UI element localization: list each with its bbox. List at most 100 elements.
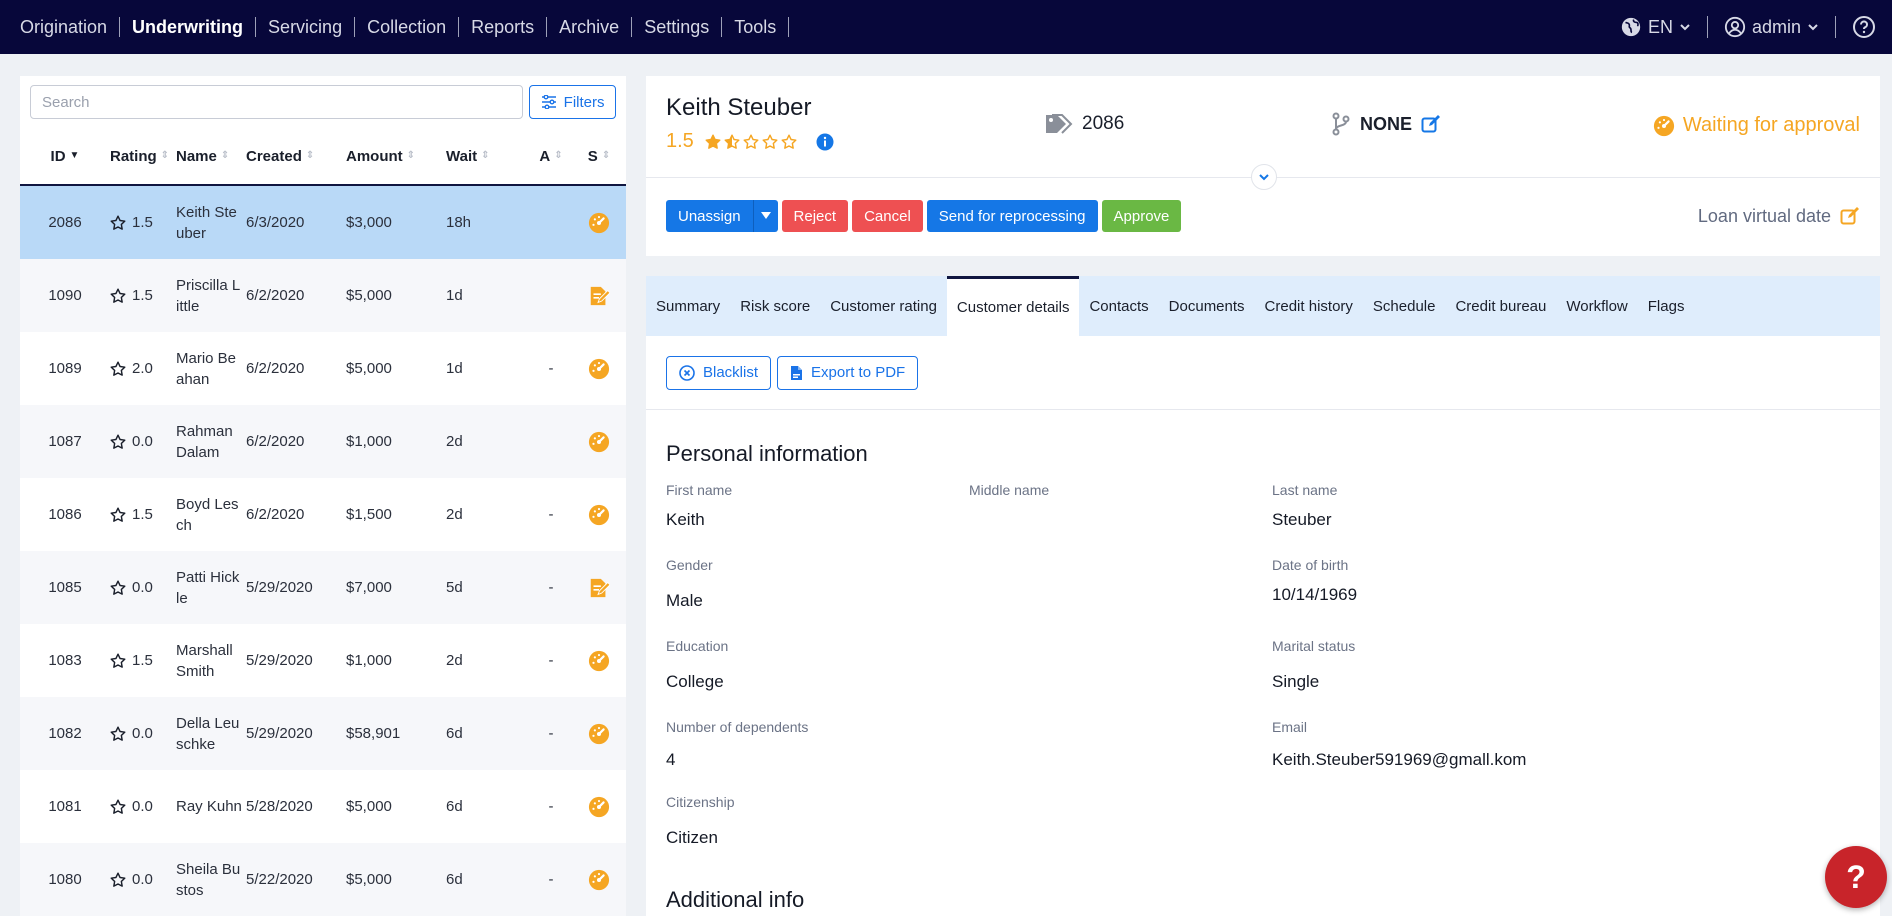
export-pdf-button[interactable]: Export to PDF <box>777 355 919 390</box>
send-for-reprocessing-button[interactable]: Send for reprocessing <box>926 200 1098 232</box>
reject-button[interactable]: Reject <box>781 200 849 232</box>
tab-credit-bureau[interactable]: Credit bureau <box>1445 276 1556 336</box>
table-row[interactable]: 1086 1.5 Boyd Lesch 6/2/2020 $1,500 2d - <box>20 478 626 551</box>
search-input[interactable] <box>30 85 524 119</box>
gauge-icon <box>1653 115 1674 136</box>
nav-item-tools[interactable]: Tools <box>722 17 788 38</box>
additional-info-title: Additional info <box>666 887 805 912</box>
language-selector[interactable]: EN <box>1604 16 1707 38</box>
row-assignee: - <box>548 725 554 742</box>
approve-button[interactable]: Approve <box>1101 200 1182 232</box>
unassign-button[interactable]: Unassign <box>666 200 753 232</box>
rating-value: 1.5 <box>132 652 153 669</box>
table-row[interactable]: 1083 1.5 Marshall Smith 5/29/2020 $1,000 2d - <box>20 624 626 697</box>
table-row[interactable]: 1082 0.0 Della Leuschke 5/29/2020 $58,901 6d - <box>20 697 626 770</box>
nav-item-servicing[interactable]: Servicing <box>256 17 354 38</box>
tab-documents[interactable]: Documents <box>1159 276 1255 336</box>
row-name: Mario Beahan <box>176 349 237 388</box>
cancel-button[interactable]: Cancel <box>852 200 923 232</box>
row-status <box>572 650 626 672</box>
column-header-s[interactable]: S ⇕ <box>572 148 626 165</box>
info-icon[interactable] <box>816 133 834 151</box>
nav-item-collection[interactable]: Collection <box>355 17 458 38</box>
table-row[interactable]: 1089 2.0 Mario Beahan 6/2/2020 $5,000 1d - <box>20 332 626 405</box>
table-row[interactable]: 1080 0.0 Sheila Bustos 5/22/2020 $5,000 6d - <box>20 843 626 916</box>
header-label: Amount <box>346 147 403 165</box>
rating-value: 1.5 <box>132 506 153 523</box>
tab-summary[interactable]: Summary <box>646 276 730 336</box>
column-header-name[interactable]: Name ⇕ <box>176 148 246 165</box>
rating-value: 2.0 <box>132 360 153 377</box>
row-rating: 0.0 <box>110 725 176 742</box>
filters-label: Filters <box>563 93 605 111</box>
field-label: Number of dependents <box>666 719 809 735</box>
column-header-a[interactable]: A ⇕ <box>530 148 572 165</box>
rating-value: 1.5 <box>132 214 153 231</box>
table-row[interactable]: 2086 1.5 Keith Steuber 6/3/2020 $3,000 18h <box>20 186 626 259</box>
nav-item-origination[interactable]: Origination <box>8 17 119 38</box>
rating-value: 1.5 <box>132 287 153 304</box>
nav-item-settings[interactable]: Settings <box>632 17 721 38</box>
row-rating: 0.0 <box>110 871 176 888</box>
row-id: 1081 <box>48 798 82 815</box>
gauge-icon <box>588 796 610 818</box>
table-row[interactable]: 1087 0.0 Rahman Dalam 6/2/2020 $1,000 2d <box>20 405 626 478</box>
row-name: Boyd Lesch <box>176 495 239 534</box>
tab-risk-score[interactable]: Risk score <box>730 276 820 336</box>
row-name: Marshall Smith <box>176 641 233 680</box>
citizenship-field: Citizenship Citizen <box>666 794 734 848</box>
tab-credit-history[interactable]: Credit history <box>1255 276 1363 336</box>
nav-item-reports[interactable]: Reports <box>459 17 546 38</box>
star-outline-icon <box>110 579 126 596</box>
gauge-icon <box>588 358 610 380</box>
row-id: 1087 <box>48 433 82 450</box>
table-body: 2086 1.5 Keith Steuber 6/3/2020 $3,000 18h 109… <box>20 186 626 916</box>
row-amount: $5,000 <box>346 287 392 304</box>
unassign-split-button: Unassign <box>666 200 778 232</box>
marital-status-field: Marital status Single <box>1272 638 1355 692</box>
close-circle-icon <box>679 364 695 381</box>
caret-down-icon <box>760 212 771 219</box>
gender-field: Gender Male <box>666 557 713 611</box>
row-name: Patti Hickle <box>176 568 240 607</box>
rating-value: 0.0 <box>132 725 153 742</box>
nav-item-underwriting[interactable]: Underwriting <box>120 17 255 38</box>
tab-flags[interactable]: Flags <box>1638 276 1695 336</box>
sort-icon: ⇕ <box>481 150 490 161</box>
table-row[interactable]: 1090 1.5 Priscilla Little 6/2/2020 $5,000 1d <box>20 259 626 332</box>
column-header-amount[interactable]: Amount ⇕ <box>346 148 446 165</box>
loan-virtual-date[interactable]: Loan virtual date <box>1698 200 1860 232</box>
sort-icon: ⇕ <box>406 150 416 161</box>
column-header-rating[interactable]: Rating ⇕ <box>110 148 176 165</box>
row-wait: 1d <box>446 287 463 304</box>
tab-customer-details[interactable]: Customer details <box>946 276 1080 336</box>
support-chat-button[interactable]: ? <box>1825 846 1887 908</box>
edit-icon[interactable] <box>1421 114 1441 134</box>
column-header-id[interactable]: ID ▼ <box>20 148 110 165</box>
row-amount: $3,000 <box>346 214 392 231</box>
row-name: Rahman Dalam <box>176 422 233 461</box>
applications-list-panel: Filters ID▼ Rating⇕ Name⇕ Created⇕ Amoun… <box>20 76 626 916</box>
blacklist-button[interactable]: Blacklist <box>666 355 772 390</box>
unassign-dropdown-toggle[interactable] <box>752 200 778 232</box>
table-row[interactable]: 1085 0.0 Patti Hickle 5/29/2020 $7,000 5d - <box>20 551 626 624</box>
tab-customer-rating[interactable]: Customer rating <box>820 276 947 336</box>
tab-workflow[interactable]: Workflow <box>1556 276 1637 336</box>
row-status <box>572 358 626 380</box>
header-label: Wait <box>446 147 478 165</box>
table-row[interactable]: 1081 0.0 Ray Kuhn 5/28/2020 $5,000 6d - <box>20 770 626 843</box>
tab-schedule[interactable]: Schedule <box>1363 276 1446 336</box>
gauge-icon <box>588 431 610 453</box>
user-menu[interactable]: admin <box>1708 16 1835 38</box>
column-header-created[interactable]: Created ⇕ <box>246 148 346 165</box>
globe-icon <box>1621 17 1641 37</box>
help-button[interactable] <box>1836 15 1892 39</box>
tab-contacts[interactable]: Contacts <box>1079 276 1158 336</box>
column-header-wait[interactable]: Wait ⇕ <box>446 148 530 165</box>
branch-info: NONE <box>1331 112 1441 136</box>
nav-item-archive[interactable]: Archive <box>547 17 631 38</box>
filters-button[interactable]: Filters <box>529 85 616 119</box>
expand-header-button[interactable] <box>1251 164 1277 190</box>
row-rating: 1.5 <box>110 652 176 669</box>
row-id: 1083 <box>48 652 82 669</box>
